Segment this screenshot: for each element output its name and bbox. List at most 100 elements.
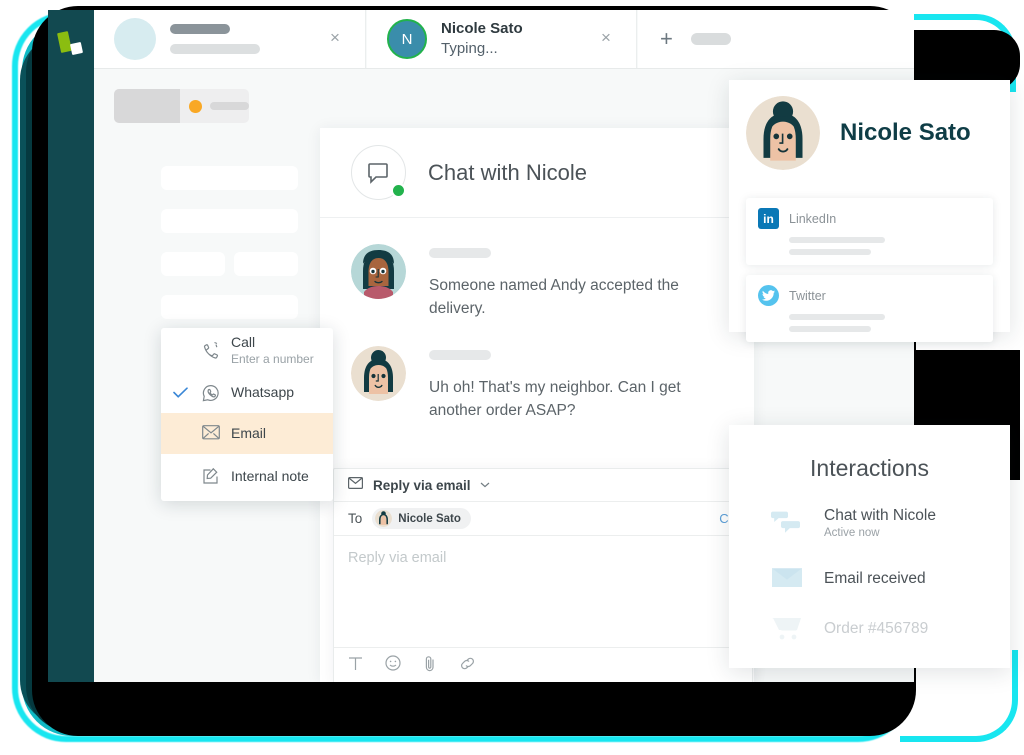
- chat-bubbles-icon: [770, 511, 804, 537]
- logo-white-shape: [69, 41, 84, 56]
- interaction-item-chat[interactable]: Chat with Nicole Active now: [770, 506, 1010, 541]
- social-detail-skeleton: [789, 326, 871, 332]
- twitter-icon: [758, 285, 779, 306]
- plus-icon[interactable]: +: [660, 28, 673, 50]
- shopping-cart-icon: [770, 615, 804, 641]
- social-card-linkedin[interactable]: in LinkedIn: [746, 198, 993, 265]
- chat-bubble-icon: [351, 145, 406, 200]
- interactions-title: Interactions: [810, 455, 929, 481]
- sender-name-skeleton: [429, 350, 491, 360]
- social-detail-skeleton: [789, 237, 885, 243]
- interaction-label: Order #456789: [824, 619, 929, 637]
- whatsapp-icon: [202, 384, 220, 402]
- avatar: [375, 510, 393, 527]
- chat-message: Someone named Andy accepted the delivery…: [351, 244, 754, 320]
- menu-item-internal-note[interactable]: Internal note: [161, 454, 333, 498]
- chat-message-body: Someone named Andy accepted the delivery…: [429, 244, 719, 320]
- interaction-text: Order #456789: [824, 619, 928, 638]
- composer-to-row: To Nicole Sato CC: [334, 502, 752, 536]
- logo-green-shape: [57, 31, 72, 53]
- avatar: N: [387, 19, 427, 59]
- tab-bar: × N Nicole Sato Typing... × +: [94, 10, 914, 68]
- social-name: Twitter: [789, 288, 826, 303]
- envelope-icon: [348, 476, 364, 494]
- chip-segment: [114, 89, 181, 123]
- tab-placeholder[interactable]: ×: [94, 10, 366, 68]
- link-icon[interactable]: [459, 656, 476, 676]
- menu-item-email[interactable]: Email: [161, 413, 333, 454]
- interaction-label: Chat with Nicole: [824, 507, 936, 524]
- sender-name-skeleton: [429, 248, 491, 258]
- composer-channel-label: Reply via email: [373, 477, 471, 493]
- chat-header: Chat with Nicole: [320, 128, 754, 218]
- list-item[interactable]: [161, 252, 225, 276]
- to-label: To: [348, 511, 363, 526]
- interaction-text: Email received: [824, 569, 926, 588]
- envelope-icon: [202, 424, 220, 443]
- social-detail-skeleton: [789, 249, 871, 255]
- app-logo[interactable]: [57, 31, 85, 58]
- menu-item-text: Whatsapp: [231, 384, 294, 401]
- attachment-icon[interactable]: [423, 655, 437, 677]
- composer-toolbar: [334, 647, 752, 682]
- list-item[interactable]: [234, 252, 298, 276]
- menu-item-sublabel: Enter a number: [231, 351, 314, 366]
- list-item[interactable]: [161, 209, 298, 233]
- interaction-item-order[interactable]: Order #456789: [770, 615, 1010, 641]
- tab-subtitle: Typing...: [441, 40, 498, 57]
- left-rail: [48, 10, 94, 682]
- screenshot-stage: × N Nicole Sato Typing... × + Chat with …: [0, 0, 1024, 755]
- social-card-twitter[interactable]: Twitter: [746, 275, 993, 342]
- reply-textarea[interactable]: Reply via email: [334, 536, 752, 647]
- tab-text: Nicole Sato Typing...: [441, 19, 523, 59]
- menu-item-label: Email: [231, 425, 267, 441]
- social-detail-skeleton: [789, 314, 885, 320]
- tab-new-placeholder: [690, 33, 731, 45]
- tab-title: Nicole Sato: [441, 20, 523, 37]
- menu-item-whatsapp[interactable]: Whatsapp: [161, 372, 333, 413]
- linkedin-icon: in: [758, 208, 779, 229]
- sidebar-toolbar-chip[interactable]: [114, 89, 249, 123]
- menu-item-text: Email: [231, 425, 266, 442]
- menu-item-text: Call Enter a number: [231, 334, 314, 367]
- menu-item-text: Internal note: [231, 468, 309, 485]
- chat-message-text: Uh oh! That's my neighbor. Can I get ano…: [429, 379, 681, 419]
- interaction-text: Chat with Nicole Active now: [824, 506, 936, 541]
- menu-item-call[interactable]: Call Enter a number: [161, 328, 333, 372]
- profile-name: Nicole Sato: [840, 119, 971, 146]
- profile-header: Nicole Sato: [729, 80, 1010, 170]
- tab-title-skeleton: [170, 24, 230, 34]
- tab-new[interactable]: +: [638, 10, 914, 68]
- list-item[interactable]: [161, 166, 298, 190]
- close-icon[interactable]: ×: [598, 29, 614, 46]
- avatar: [746, 96, 820, 170]
- phone-icon: [202, 341, 220, 359]
- interactions-card: Interactions Chat with Nicole Active now: [729, 425, 1010, 668]
- interaction-sublabel: Active now: [824, 527, 880, 539]
- page-title: Chat with Nicole: [428, 159, 587, 185]
- reply-composer: Reply via email To Nicole Sato Reply via…: [333, 468, 753, 682]
- recipient-chip[interactable]: Nicole Sato: [372, 508, 471, 529]
- emoji-icon[interactable]: [385, 655, 401, 676]
- menu-item-label: Call: [231, 333, 256, 350]
- social-row: in LinkedIn: [758, 208, 981, 229]
- chevron-down-icon[interactable]: [480, 480, 490, 491]
- text-format-icon[interactable]: [348, 656, 363, 676]
- recipient-name: Nicole Sato: [398, 512, 461, 525]
- status-dot-icon: [189, 99, 202, 113]
- chat-message: Uh oh! That's my neighbor. Can I get ano…: [351, 346, 754, 422]
- close-icon[interactable]: ×: [327, 29, 343, 46]
- channel-dropdown-menu: Call Enter a number Whatsapp Email Inter…: [161, 328, 333, 501]
- composer-channel-selector[interactable]: Reply via email: [334, 469, 752, 502]
- interaction-item-email[interactable]: Email received: [770, 565, 1010, 591]
- social-name: LinkedIn: [789, 211, 837, 226]
- online-status-dot: [391, 183, 406, 198]
- tab-subtitle-skeleton: [170, 44, 260, 54]
- menu-item-label: Whatsapp: [231, 384, 295, 400]
- tab-avatar-placeholder: [114, 18, 156, 60]
- list-item[interactable]: [161, 295, 298, 319]
- tab-nicole-sato[interactable]: N Nicole Sato Typing... ×: [367, 10, 637, 68]
- avatar: [351, 346, 406, 401]
- check-icon: [173, 385, 188, 401]
- social-row: Twitter: [758, 285, 981, 306]
